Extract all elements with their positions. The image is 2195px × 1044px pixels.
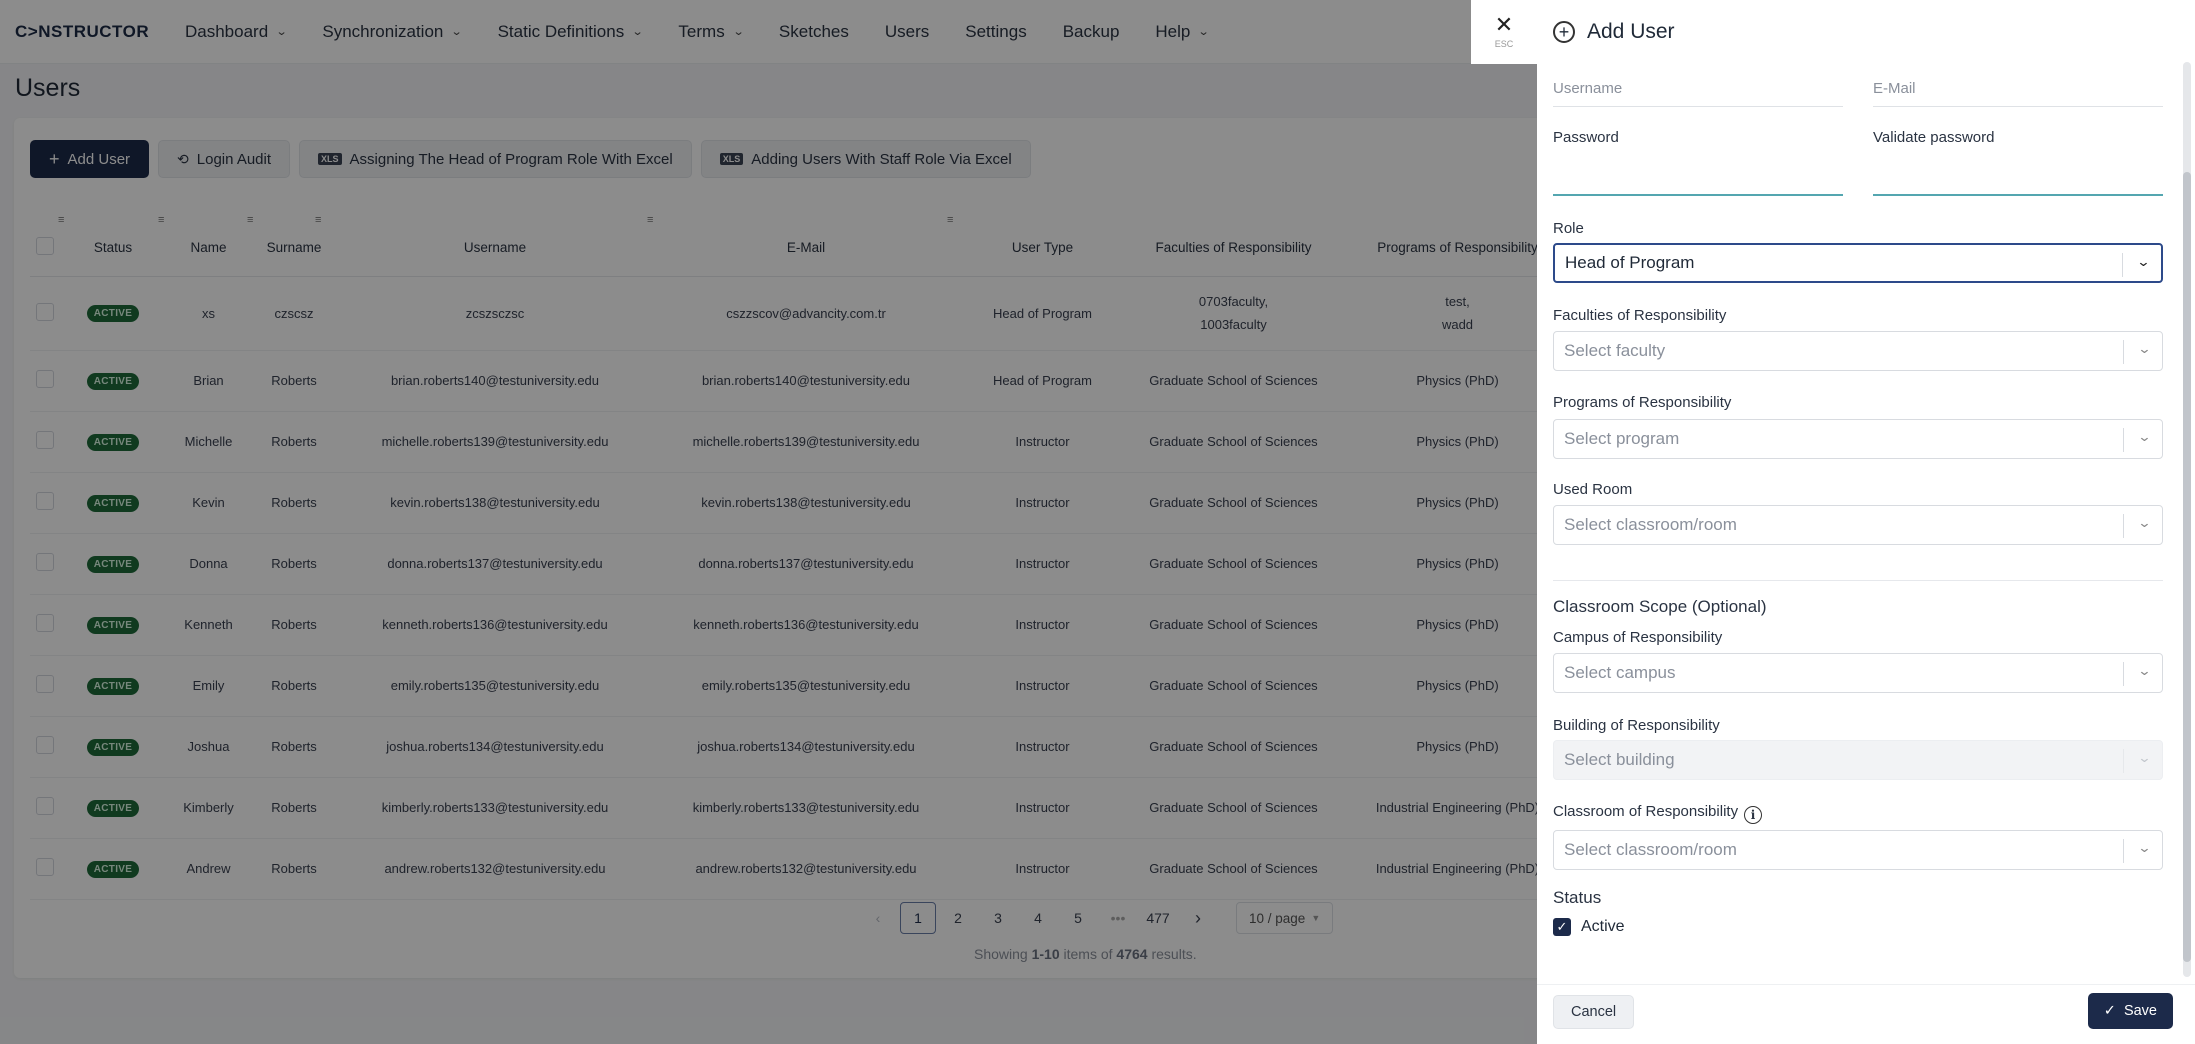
save-button[interactable]: ✓ Save <box>2087 993 2173 1029</box>
chevron-down-icon[interactable]: ⌄ <box>2137 663 2151 679</box>
drawer-footer: Cancel ✓ Save <box>1537 984 2195 1044</box>
check-icon: ✓ <box>2103 1003 2116 1019</box>
password-underline <box>1553 194 1843 196</box>
username-input[interactable]: Username <box>1553 80 1843 107</box>
used-room-select[interactable]: Select classroom/room ⌄ <box>1553 505 2163 545</box>
chevron-down-icon: ⌄ <box>2137 750 2152 765</box>
info-icon[interactable]: i <box>1744 806 1763 824</box>
validate-password-underline <box>1873 194 2163 196</box>
password-input[interactable] <box>1553 150 1843 195</box>
save-label: Save <box>2123 1003 2157 1019</box>
programs-label: Programs of Responsibility <box>1553 394 1732 411</box>
chevron-down-icon[interactable]: ⌄ <box>2137 429 2151 445</box>
drawer-header: + Add User <box>1537 0 2195 64</box>
role-label: Role <box>1553 220 1584 237</box>
close-icon: ✕ <box>1494 12 1514 37</box>
faculties-select[interactable]: Select faculty ⌄ <box>1553 331 2163 371</box>
validate-password-label: Validate password <box>1873 129 1995 146</box>
password-label: Password <box>1553 129 1619 146</box>
drawer-title: Add User <box>1587 20 1675 43</box>
chevron-down-icon[interactable]: ⌄ <box>2137 341 2151 357</box>
active-label: Active <box>1581 918 1625 935</box>
campus-label: Campus of Responsibility <box>1553 629 1723 646</box>
campus-select[interactable]: Select campus ⌄ <box>1553 653 2163 693</box>
classroom-scope-title: Classroom Scope (Optional) <box>1553 597 1767 616</box>
close-drawer-button[interactable]: ✕ ESC <box>1471 0 1537 64</box>
chevron-down-icon[interactable]: ⌄ <box>2137 515 2151 531</box>
role-value: Head of Program <box>1565 253 1695 272</box>
modal-overlay[interactable] <box>0 0 1537 1044</box>
building-select[interactable]: Select building ⌄ <box>1553 740 2163 780</box>
cancel-button[interactable]: Cancel <box>1553 995 1635 1029</box>
classroom-select[interactable]: Select classroom/room ⌄ <box>1553 830 2163 870</box>
check-icon[interactable]: ✓ <box>1553 918 1571 936</box>
used-room-label: Used Room <box>1553 481 1633 498</box>
active-checkbox[interactable]: ✓ Active <box>1553 918 1625 936</box>
chevron-down-icon[interactable]: ⌄ <box>2137 840 2151 856</box>
role-select[interactable]: Head of Program ⌄ <box>1553 243 2163 283</box>
drawer-scrollbar[interactable] <box>2183 62 2191 977</box>
building-label: Building of Responsibility <box>1553 717 1720 734</box>
esc-hint: ESC <box>1494 39 1514 49</box>
section-divider <box>1553 580 2163 581</box>
email-input[interactable]: E-Mail <box>1873 80 2163 107</box>
faculties-label: Faculties of Responsibility <box>1553 307 1727 324</box>
classroom-label: Classroom of Responsibility i <box>1553 803 1763 824</box>
validate-password-input[interactable] <box>1873 150 2163 195</box>
programs-select[interactable]: Select program ⌄ <box>1553 419 2163 459</box>
status-title: Status <box>1553 888 1602 907</box>
add-user-drawer: + Add User Username E-Mail Password Vali… <box>1537 0 2195 1044</box>
chevron-down-icon[interactable]: ⌄ <box>2136 254 2150 270</box>
scrollbar-thumb[interactable] <box>2183 172 2191 962</box>
add-circle-icon: + <box>1553 21 1575 43</box>
